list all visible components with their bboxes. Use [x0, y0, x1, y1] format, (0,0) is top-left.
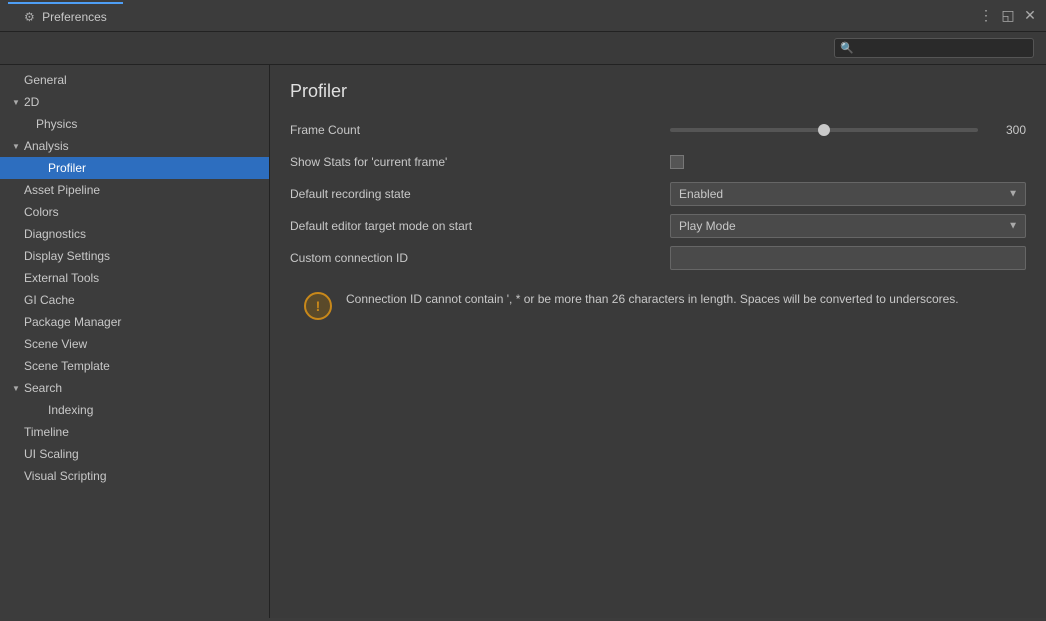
warning-box: ! Connection ID cannot contain ', * or b… — [290, 278, 1026, 334]
sidebar-item-label: Profiler — [48, 161, 86, 175]
sidebar-item-label: Indexing — [48, 403, 93, 417]
sidebar-item-label: UI Scaling — [24, 447, 79, 461]
sidebar-item-visual-scripting[interactable]: Visual Scripting — [0, 465, 269, 487]
sidebar: General 2D Physics Analysis Profiler Asset Pi… — [0, 65, 270, 618]
restore-button[interactable]: ◱ — [1000, 8, 1016, 24]
setting-label-frame-count: Frame Count — [290, 123, 670, 137]
sidebar-item-gi-cache[interactable]: GI Cache — [0, 289, 269, 311]
menu-button[interactable]: ⋮ — [978, 8, 994, 24]
setting-control-show-stats — [670, 155, 1026, 169]
sidebar-item-2d[interactable]: 2D — [0, 91, 269, 113]
custom-connection-id-input[interactable] — [670, 246, 1026, 270]
sidebar-item-asset-pipeline[interactable]: Asset Pipeline — [0, 179, 269, 201]
slider-value: 300 — [986, 123, 1026, 137]
sidebar-item-scene-template[interactable]: Scene Template — [0, 355, 269, 377]
sidebar-item-label: GI Cache — [24, 293, 75, 307]
sidebar-item-label: Diagnostics — [24, 227, 86, 241]
show-stats-checkbox[interactable] — [670, 155, 684, 169]
frame-count-slider[interactable] — [670, 128, 978, 132]
sidebar-item-label: Timeline — [24, 425, 69, 439]
sidebar-item-label: Asset Pipeline — [24, 183, 100, 197]
sidebar-item-scene-view[interactable]: Scene View — [0, 333, 269, 355]
sidebar-item-diagnostics[interactable]: Diagnostics — [0, 223, 269, 245]
search-input[interactable] — [834, 38, 1034, 58]
warning-text: Connection ID cannot contain ', * or be … — [346, 290, 959, 308]
setting-row-show-stats: Show Stats for 'current frame' — [290, 150, 1026, 174]
select-default-recording-state[interactable]: EnabledDisabled — [670, 182, 1026, 206]
sidebar-item-label: Visual Scripting — [24, 469, 107, 483]
page-title: Profiler — [290, 81, 1026, 102]
sidebar-item-ui-scaling[interactable]: UI Scaling — [0, 443, 269, 465]
warning-icon-wrap: ! — [302, 290, 334, 322]
title-bar: ⚙ Preferences ⋮ ◱ ✕ — [0, 0, 1046, 32]
tab-title: Preferences — [42, 10, 107, 24]
setting-row-default-editor-target: Default editor target mode on startPlay … — [290, 214, 1026, 238]
setting-row-frame-count: Frame Count 300 — [290, 118, 1026, 142]
sidebar-item-label: Package Manager — [24, 315, 121, 329]
sidebar-item-colors[interactable]: Colors — [0, 201, 269, 223]
triangle-icon — [12, 384, 22, 393]
sidebar-item-label: Physics — [36, 117, 77, 131]
sidebar-item-label: Colors — [24, 205, 59, 219]
sidebar-item-label: Scene Template — [24, 359, 110, 373]
window-controls: ⋮ ◱ ✕ — [978, 8, 1038, 24]
triangle-icon — [12, 98, 22, 107]
setting-control-default-editor-target: Play ModeEdit Mode▼ — [670, 214, 1026, 238]
sidebar-item-label: 2D — [24, 95, 39, 109]
search-icon: 🔍 — [840, 42, 854, 55]
sidebar-item-physics[interactable]: Physics — [0, 113, 269, 135]
sidebar-item-display-settings[interactable]: Display Settings — [0, 245, 269, 267]
setting-control-default-recording-state: EnabledDisabled▼ — [670, 182, 1026, 206]
sidebar-item-label: General — [24, 73, 67, 87]
setting-control-custom-connection-id — [670, 246, 1026, 270]
main-layout: General 2D Physics Analysis Profiler Asset Pi… — [0, 65, 1046, 618]
sidebar-item-indexing[interactable]: Indexing — [0, 399, 269, 421]
gear-icon: ⚙ — [24, 10, 35, 24]
setting-label-show-stats: Show Stats for 'current frame' — [290, 155, 670, 169]
select-wrap-default-recording-state: EnabledDisabled▼ — [670, 182, 1026, 206]
sidebar-item-profiler[interactable]: Profiler — [0, 157, 269, 179]
preferences-tab[interactable]: ⚙ Preferences — [8, 2, 123, 30]
select-wrap-default-editor-target: Play ModeEdit Mode▼ — [670, 214, 1026, 238]
warning-icon: ! — [304, 292, 332, 320]
slider-wrap: 300 — [670, 123, 1026, 137]
sidebar-item-label: Analysis — [24, 139, 69, 153]
search-bar: 🔍 — [0, 32, 1046, 65]
sidebar-item-label: Search — [24, 381, 62, 395]
search-wrap: 🔍 — [834, 38, 1034, 58]
sidebar-item-general[interactable]: General — [0, 69, 269, 91]
content-area: Profiler Frame Count 300 Show Stats for 'c… — [270, 65, 1046, 618]
settings-list: Frame Count 300 Show Stats for 'current fr… — [290, 118, 1026, 270]
triangle-icon — [12, 142, 22, 151]
sidebar-item-search[interactable]: Search — [0, 377, 269, 399]
sidebar-item-label: Scene View — [24, 337, 87, 351]
setting-row-custom-connection-id: Custom connection ID — [290, 246, 1026, 270]
setting-label-default-recording-state: Default recording state — [290, 187, 670, 201]
sidebar-item-analysis[interactable]: Analysis — [0, 135, 269, 157]
sidebar-item-timeline[interactable]: Timeline — [0, 421, 269, 443]
setting-row-default-recording-state: Default recording stateEnabledDisabled▼ — [290, 182, 1026, 206]
setting-label-default-editor-target: Default editor target mode on start — [290, 219, 670, 233]
select-default-editor-target[interactable]: Play ModeEdit Mode — [670, 214, 1026, 238]
sidebar-item-label: External Tools — [24, 271, 99, 285]
sidebar-item-label: Display Settings — [24, 249, 110, 263]
sidebar-item-package-manager[interactable]: Package Manager — [0, 311, 269, 333]
setting-label-custom-connection-id: Custom connection ID — [290, 251, 670, 265]
setting-control-frame-count: 300 — [670, 123, 1026, 137]
close-button[interactable]: ✕ — [1022, 8, 1038, 24]
sidebar-item-external-tools[interactable]: External Tools — [0, 267, 269, 289]
